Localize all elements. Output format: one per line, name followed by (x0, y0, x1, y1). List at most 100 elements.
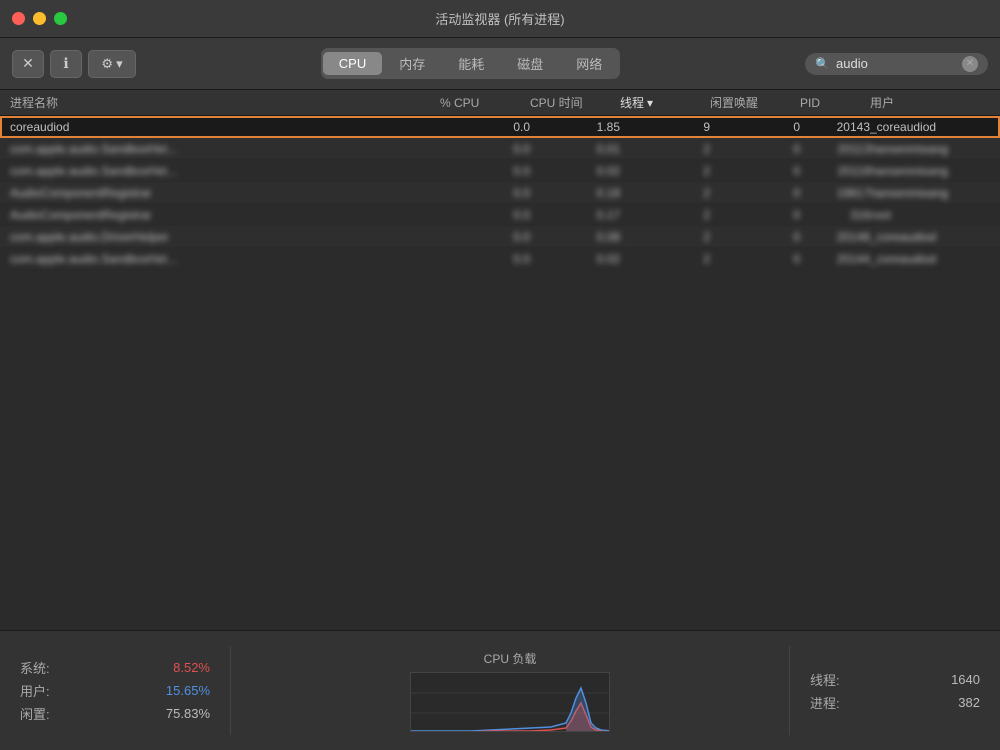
maximize-button[interactable] (54, 12, 67, 25)
cell-name: com.apple.audio.SandboxHel... (10, 142, 440, 156)
table-row[interactable]: AudioComponentRegistrar 0.0 0.17 2 0 316… (0, 204, 1000, 226)
cell-cpu-time: 0.01 (530, 142, 620, 156)
cell-user: hansenmixang (870, 142, 990, 156)
table-body: coreaudiod 0.0 1.85 9 0 20143 _coreaudio… (0, 116, 1000, 270)
minimize-button[interactable] (33, 12, 46, 25)
stat-row-user: 用户: 15.65% (20, 681, 210, 700)
tab-group: CPU 内存 能耗 磁盘 网络 (321, 48, 621, 79)
cpu-chart-label: CPU 负载 (484, 650, 537, 667)
cell-idle-wake: 0 (710, 164, 800, 178)
cell-cpu-pct: 0.0 (440, 208, 530, 222)
table-row[interactable]: com.apple.audio.DriverHelper 0.0 0.08 2 … (0, 226, 1000, 248)
cell-idle-wake: 0 (710, 186, 800, 200)
cpu-chart-svg (411, 673, 610, 732)
stat-row-system: 系统: 8.52% (20, 658, 210, 677)
cell-cpu-time: 0.08 (530, 230, 620, 244)
tab-memory[interactable]: 内存 (383, 50, 441, 77)
cell-user: root (870, 208, 990, 222)
cpu-stats-right: 线程: 1640 进程: 382 (790, 641, 990, 740)
titlebar: 活动监视器 (所有进程) (0, 0, 1000, 38)
bottom-panel: 系统: 8.52% 用户: 15.65% 闲置: 75.83% CPU 负载 (0, 630, 1000, 750)
search-clear-button[interactable]: ✕ (962, 56, 978, 72)
stat-row-idle: 闲置: 75.83% (20, 704, 210, 723)
table-row[interactable]: AudioComponentRegistrar 0.0 0.18 2 0 198… (0, 182, 1000, 204)
cell-name: AudioComponentRegistrar (10, 208, 440, 222)
close-button[interactable] (12, 12, 25, 25)
cell-idle-wake: 0 (710, 252, 800, 266)
tab-network[interactable]: 网络 (560, 50, 618, 77)
cell-idle-wake: 0 (710, 120, 800, 134)
gear-icon: ⚙ (101, 56, 113, 72)
col-header-name[interactable]: 进程名称 (10, 94, 440, 111)
col-header-cpu-pct[interactable]: % CPU (440, 96, 530, 110)
cell-pid: 19817 (800, 186, 870, 200)
cell-pid: 20118 (800, 164, 870, 178)
stat-label-processes: 进程: (810, 693, 860, 712)
cell-threads: 2 (620, 164, 710, 178)
info-icon: ℹ (63, 55, 68, 72)
cell-pid: 20113 (800, 142, 870, 156)
tab-cpu[interactable]: CPU (323, 52, 382, 75)
col-header-idle-wake[interactable]: 闲置唤醒 (710, 94, 800, 111)
toolbar: ✕ ℹ ⚙ ▾ CPU 内存 能耗 磁盘 网络 🔍 ✕ (0, 38, 1000, 90)
sort-desc-icon: ▾ (647, 96, 653, 110)
cell-threads: 2 (620, 142, 710, 156)
stop-button[interactable]: ✕ (12, 50, 44, 78)
cell-cpu-pct: 0.0 (440, 120, 530, 134)
window-controls[interactable] (12, 12, 67, 25)
cell-cpu-pct: 0.0 (440, 252, 530, 266)
stat-label-system: 系统: (20, 658, 70, 677)
table-row[interactable]: com.apple.audio.SandboxHel... 0.0 0.02 2… (0, 248, 1000, 270)
cell-threads: 2 (620, 252, 710, 266)
tab-energy[interactable]: 能耗 (442, 50, 500, 77)
col-header-user[interactable]: 用户 (870, 94, 990, 111)
col-header-pid[interactable]: PID (800, 96, 870, 110)
main-content: 进程名称 % CPU CPU 时间 线程 ▾ 闲置唤醒 PID 用户 corea… (0, 90, 1000, 630)
search-input[interactable] (836, 56, 956, 71)
cpu-chart-area: CPU 负载 (231, 641, 789, 740)
cell-cpu-pct: 0.0 (440, 164, 530, 178)
col-header-threads[interactable]: 线程 ▾ (620, 94, 710, 111)
cell-cpu-time: 0.18 (530, 186, 620, 200)
table-row[interactable]: com.apple.audio.SandboxHel... 0.0 0.02 2… (0, 160, 1000, 182)
cell-name: AudioComponentRegistrar (10, 186, 440, 200)
cell-cpu-time: 0.17 (530, 208, 620, 222)
stop-icon: ✕ (22, 55, 34, 72)
stat-row-threads: 线程: 1640 (810, 670, 980, 689)
cell-pid: 20143 (800, 120, 870, 134)
cell-user: _coreaudiod (870, 120, 990, 134)
cell-cpu-pct: 0.0 (440, 230, 530, 244)
cell-user: _coreaudiod (870, 230, 990, 244)
tab-disk[interactable]: 磁盘 (501, 50, 559, 77)
cell-threads: 2 (620, 230, 710, 244)
table-row[interactable]: coreaudiod 0.0 1.85 9 0 20143 _coreaudio… (0, 116, 1000, 138)
col-header-cpu-time[interactable]: CPU 时间 (530, 94, 620, 111)
stat-label-idle: 闲置: (20, 704, 70, 723)
cell-user: hansenmixang (870, 186, 990, 200)
table-row[interactable]: com.apple.audio.SandboxHel... 0.0 0.01 2… (0, 138, 1000, 160)
stat-value-processes: 382 (958, 695, 980, 710)
stat-value-system: 8.52% (173, 660, 210, 675)
stat-value-threads: 1640 (951, 672, 980, 687)
window-title: 活动监视器 (所有进程) (435, 9, 564, 28)
cell-name: com.apple.audio.SandboxHel... (10, 164, 440, 178)
cell-idle-wake: 0 (710, 208, 800, 222)
table-header: 进程名称 % CPU CPU 时间 线程 ▾ 闲置唤醒 PID 用户 (0, 90, 1000, 116)
cell-threads: 2 (620, 208, 710, 222)
cpu-chart (410, 672, 610, 732)
cell-threads: 2 (620, 186, 710, 200)
cell-pid: 20144 (800, 252, 870, 266)
stat-row-processes: 进程: 382 (810, 693, 980, 712)
cell-name: com.apple.audio.DriverHelper (10, 230, 440, 244)
gear-chevron-icon: ▾ (116, 56, 123, 72)
cell-threads: 9 (620, 120, 710, 134)
cell-pid: 316 (800, 208, 870, 222)
cell-pid: 20148 (800, 230, 870, 244)
search-box: 🔍 ✕ (805, 53, 988, 75)
info-button[interactable]: ℹ (50, 50, 82, 78)
cell-idle-wake: 0 (710, 230, 800, 244)
gear-button[interactable]: ⚙ ▾ (88, 50, 136, 78)
cell-name: com.apple.audio.SandboxHel... (10, 252, 440, 266)
stat-label-user: 用户: (20, 681, 70, 700)
cell-cpu-time: 0.02 (530, 252, 620, 266)
